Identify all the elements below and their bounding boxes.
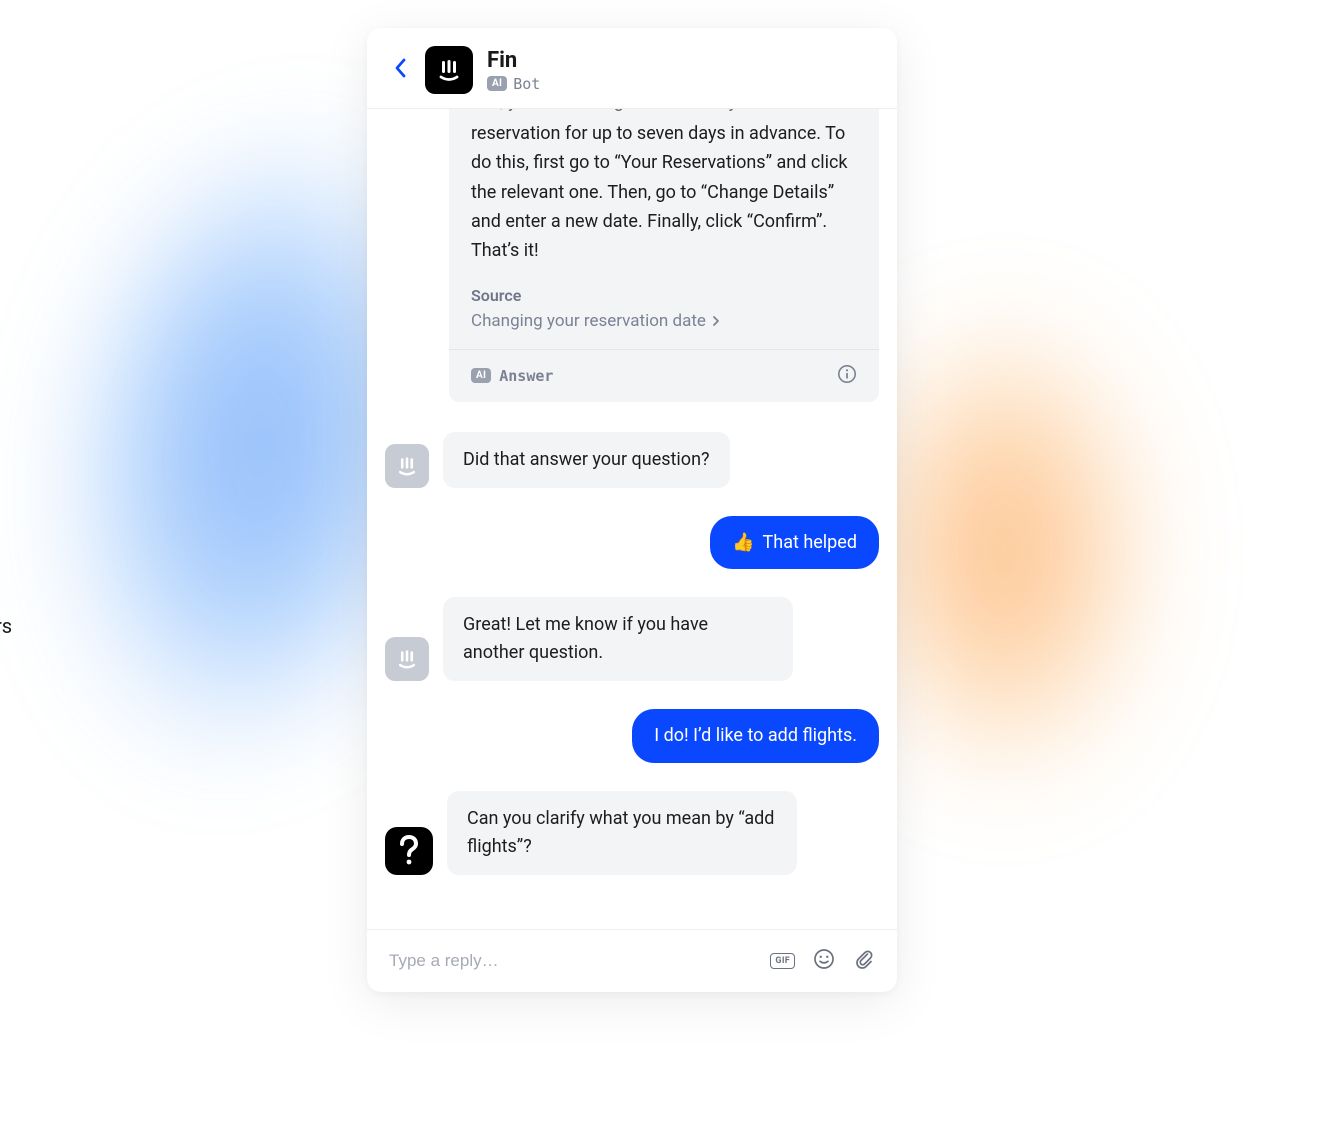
message-row-bot: Can you clarify what you mean by “add fl… [385,791,879,875]
message-row-user: 👍 That helped [385,516,879,570]
bot-message-bubble: Did that answer your question? [443,432,730,488]
bot-name: Fin [487,48,540,73]
background-partial-text: rs [0,614,12,638]
bot-role-label: Bot [513,75,540,93]
answer-footer-label: Answer [499,367,553,385]
source-link[interactable]: Changing your reservation date [471,311,857,331]
intercom-logo-icon [394,646,420,672]
paperclip-icon [853,948,875,970]
message-row-user: I do! I’d like to add flights. [385,709,879,763]
chat-window: Fin AI Bot Yes, you can change the date … [367,28,897,992]
bot-avatar [385,637,429,681]
source-link-text: Changing your reservation date [471,311,706,331]
message-row-bot: Did that answer your question? [385,432,879,488]
ai-badge: AI [471,368,491,383]
divider [449,349,879,350]
info-icon [837,364,857,384]
gif-button[interactable]: GIF [770,953,795,969]
intercom-logo-icon [434,55,464,85]
user-message-text: That helped [763,529,857,557]
answer-cutoff-text: Yes, you can change the date of your [471,109,857,117]
back-button[interactable] [389,53,411,87]
emoji-button[interactable] [813,948,835,974]
thumbs-up-emoji: 👍 [732,529,754,557]
smiley-icon [813,948,835,970]
bot-message-bubble: Can you clarify what you mean by “add fl… [447,791,797,875]
ai-badge: AI [487,76,507,91]
bot-avatar-question [385,827,433,875]
info-button[interactable] [837,364,857,388]
user-message-bubble: 👍 That helped [710,516,879,570]
question-mark-icon [396,834,422,868]
chat-header: Fin AI Bot [367,28,897,109]
intercom-logo-icon [394,453,420,479]
chat-body: Yes, you can change the date of your res… [367,109,897,929]
message-row-bot: Great! Let me know if you have another q… [385,597,879,681]
bot-avatar [425,46,473,94]
chevron-right-icon [712,315,720,327]
bot-message-bubble: Great! Let me know if you have another q… [443,597,793,681]
compose-area: GIF [367,929,897,992]
reply-input[interactable] [389,951,754,971]
header-titles: Fin AI Bot [487,48,540,93]
user-message-text: I do! I’d like to add flights. [654,722,857,750]
answer-card-footer: AI Answer [471,364,857,388]
bot-subtitle: AI Bot [487,75,540,93]
bot-avatar [385,444,429,488]
chevron-left-icon [393,57,407,79]
attachment-button[interactable] [853,948,875,974]
source-block: Source Changing your reservation date [471,286,857,331]
user-message-bubble: I do! I’d like to add flights. [632,709,879,763]
answer-card: Yes, you can change the date of your res… [449,109,879,402]
answer-body: reservation for up to seven days in adva… [471,119,857,266]
source-label: Source [471,286,857,305]
